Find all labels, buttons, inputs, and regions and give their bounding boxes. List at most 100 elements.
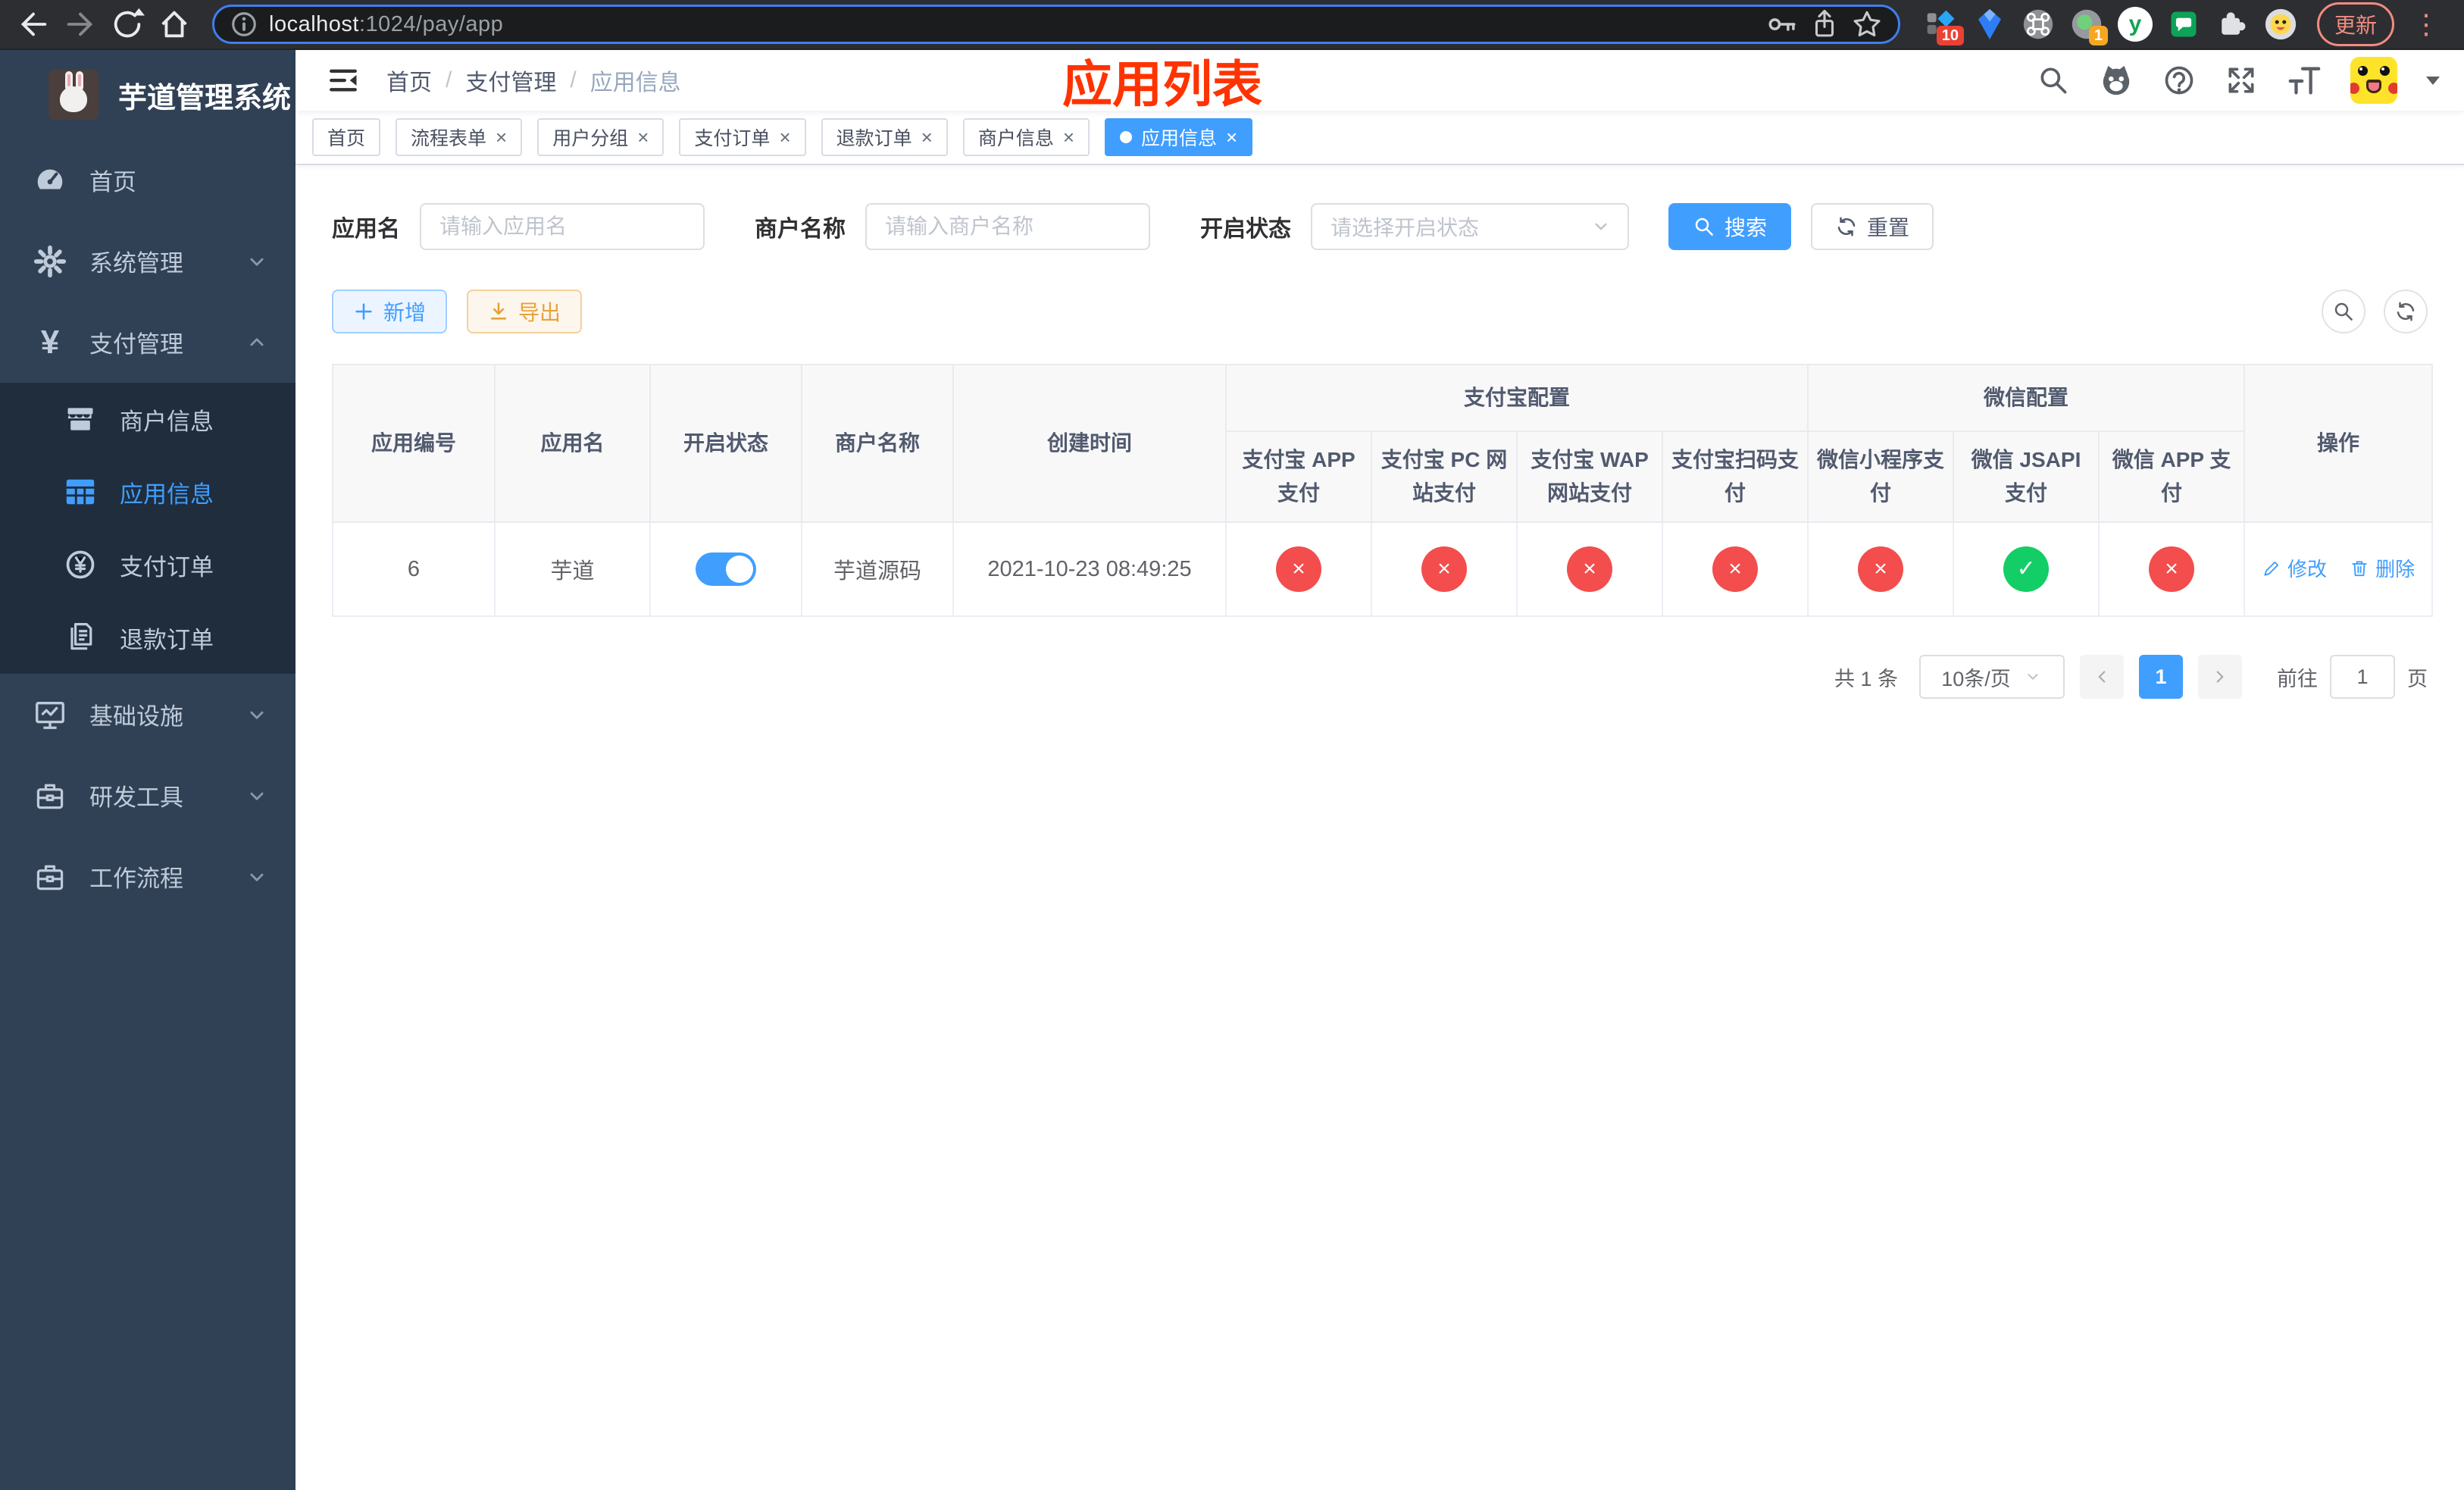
command-extension-icon[interactable] bbox=[2020, 6, 2056, 42]
status-cross-icon: × bbox=[1421, 546, 1467, 592]
sidebar-item-refund-order[interactable]: 退款订单 bbox=[0, 601, 295, 674]
cell-alipay-wap: × bbox=[1516, 521, 1663, 617]
export-button[interactable]: 导出 bbox=[467, 290, 583, 333]
y-logo-extension-icon[interactable]: y bbox=[2117, 6, 2153, 42]
sidebar-item-system[interactable]: 系统管理 bbox=[0, 221, 295, 302]
browser-back-button[interactable] bbox=[14, 5, 53, 44]
share-icon[interactable] bbox=[1809, 8, 1840, 40]
search-button[interactable]: 搜索 bbox=[1668, 203, 1792, 250]
goto-page-input[interactable] bbox=[2330, 655, 2395, 699]
briefcase-icon bbox=[30, 779, 70, 812]
app-logo-row[interactable]: 芋道管理系统 bbox=[0, 50, 295, 139]
col-group-alipay: 支付宝配置 bbox=[1224, 364, 1809, 432]
sidebar-collapse-icon[interactable] bbox=[320, 60, 367, 101]
fullscreen-icon[interactable] bbox=[2225, 64, 2258, 97]
sidebar-item-workflow[interactable]: 工作流程 bbox=[0, 836, 295, 917]
close-icon[interactable]: × bbox=[496, 126, 507, 149]
page-number-1[interactable]: 1 bbox=[2139, 655, 2183, 699]
cell-actions: 修改 删除 bbox=[2244, 521, 2434, 617]
col-wechat-lite: 微信小程序支付 bbox=[1807, 430, 1955, 523]
tab-app-info[interactable]: 应用信息 × bbox=[1105, 118, 1253, 156]
close-icon[interactable]: × bbox=[779, 126, 790, 149]
breadcrumb-home[interactable]: 首页 bbox=[386, 64, 432, 97]
status-cross-icon: × bbox=[1276, 546, 1321, 592]
tab-merchant-info[interactable]: 商户信息 × bbox=[962, 118, 1090, 156]
cell-alipay-app: × bbox=[1225, 521, 1372, 617]
sidebar-item-infrastructure[interactable]: 基础设施 bbox=[0, 674, 295, 755]
close-icon[interactable]: × bbox=[1063, 126, 1074, 149]
app-logo bbox=[48, 70, 98, 120]
close-icon[interactable]: × bbox=[637, 126, 649, 149]
github-icon[interactable] bbox=[2099, 63, 2134, 98]
add-button[interactable]: 新增 bbox=[332, 290, 448, 333]
password-key-icon[interactable] bbox=[1766, 8, 1798, 40]
sidebar-item-payment[interactable]: ¥ 支付管理 bbox=[0, 302, 295, 383]
cell-app-id: 6 bbox=[332, 521, 496, 617]
col-group-wechat: 微信配置 bbox=[1807, 364, 2246, 432]
tab-user-group[interactable]: 用户分组 × bbox=[537, 118, 664, 156]
refresh-table-button[interactable] bbox=[2384, 290, 2428, 333]
status-select[interactable]: 请选择开启状态 bbox=[1311, 203, 1629, 250]
grid-table-icon bbox=[61, 474, 100, 509]
site-info-icon[interactable] bbox=[230, 10, 258, 39]
trash-icon bbox=[2350, 559, 2369, 578]
delete-link[interactable]: 删除 bbox=[2350, 554, 2415, 582]
cell-status bbox=[649, 521, 802, 617]
show-search-toggle-button[interactable] bbox=[2322, 290, 2366, 333]
browser-update-button[interactable]: 更新 bbox=[2316, 2, 2394, 46]
status-toggle[interactable] bbox=[696, 552, 756, 586]
balloon-extension-icon[interactable] bbox=[1972, 6, 2008, 42]
close-icon[interactable]: × bbox=[1226, 126, 1237, 149]
col-wechat-app: 微信 APP 支付 bbox=[2098, 430, 2246, 523]
document-icon bbox=[61, 621, 100, 654]
refresh-icon bbox=[1835, 215, 1858, 238]
sidebar-item-pay-order[interactable]: 支付订单 bbox=[0, 528, 295, 601]
prev-page-button[interactable] bbox=[2080, 655, 2124, 699]
help-icon[interactable] bbox=[2162, 64, 2196, 97]
reset-button[interactable]: 重置 bbox=[1811, 203, 1934, 250]
browser-profile-avatar[interactable] bbox=[2262, 6, 2299, 42]
tab-process-form[interactable]: 流程表单 × bbox=[396, 118, 523, 156]
user-avatar[interactable] bbox=[2350, 57, 2397, 104]
sidebar-item-home[interactable]: 首页 bbox=[0, 139, 295, 221]
bookmark-star-icon[interactable] bbox=[1851, 8, 1883, 40]
chevron-down-icon bbox=[244, 249, 270, 274]
sidebar-item-dev-tools[interactable]: 研发工具 bbox=[0, 755, 295, 836]
briefcase-icon bbox=[30, 860, 70, 894]
browser-forward-button[interactable] bbox=[61, 5, 100, 44]
tab-home[interactable]: 首页 bbox=[312, 118, 381, 156]
top-navbar: 首页 / 支付管理 / 应用信息 应用列表 bbox=[295, 50, 2464, 112]
col-merchant: 商户名称 bbox=[801, 364, 954, 523]
store-icon bbox=[61, 402, 100, 436]
search-icon[interactable] bbox=[2037, 64, 2070, 97]
status-cross-icon: × bbox=[1567, 546, 1612, 592]
extension-badge: 1 bbox=[2088, 26, 2108, 45]
status-dot-extension-icon[interactable]: 1 bbox=[2068, 6, 2108, 45]
address-bar[interactable]: localhost:1024/pay/app bbox=[212, 5, 1900, 44]
total-count: 共 1 条 bbox=[1834, 667, 1898, 690]
browser-menu-icon[interactable]: ⋮ bbox=[2406, 8, 2446, 40]
app-name-input[interactable] bbox=[420, 203, 705, 250]
close-icon[interactable]: × bbox=[921, 126, 933, 149]
page-size-select[interactable]: 10条/页 bbox=[1919, 655, 2065, 699]
tab-refund-order[interactable]: 退款订单 × bbox=[821, 118, 948, 156]
extensions-puzzle-icon[interactable] bbox=[2214, 6, 2250, 42]
next-page-button[interactable] bbox=[2198, 655, 2242, 699]
breadcrumb-payment[interactable]: 支付管理 bbox=[465, 64, 556, 97]
edit-link[interactable]: 修改 bbox=[2262, 554, 2327, 582]
tab-pay-order[interactable]: 支付订单 × bbox=[679, 118, 806, 156]
cell-wechat-app: × bbox=[2098, 521, 2246, 617]
merchant-name-input[interactable] bbox=[865, 203, 1150, 250]
font-size-icon[interactable] bbox=[2287, 63, 2322, 98]
sidebar-item-merchant-info[interactable]: 商户信息 bbox=[0, 383, 295, 455]
active-tab-dot bbox=[1120, 131, 1133, 143]
chat-extension-icon[interactable] bbox=[2165, 6, 2202, 42]
avatar-caret-icon[interactable] bbox=[2426, 76, 2440, 85]
app-name-label: 应用名 bbox=[332, 217, 400, 242]
browser-reload-button[interactable] bbox=[108, 5, 147, 44]
url-host: localhost bbox=[269, 11, 359, 36]
browser-home-button[interactable] bbox=[155, 5, 194, 44]
sidebar-item-app-info[interactable]: 应用信息 bbox=[0, 455, 295, 528]
page-content: 应用名 商户名称 开启状态 请选择开启状态 搜索 bbox=[295, 165, 2464, 1490]
pinned-extension-icon[interactable]: 10 bbox=[1923, 6, 1964, 45]
